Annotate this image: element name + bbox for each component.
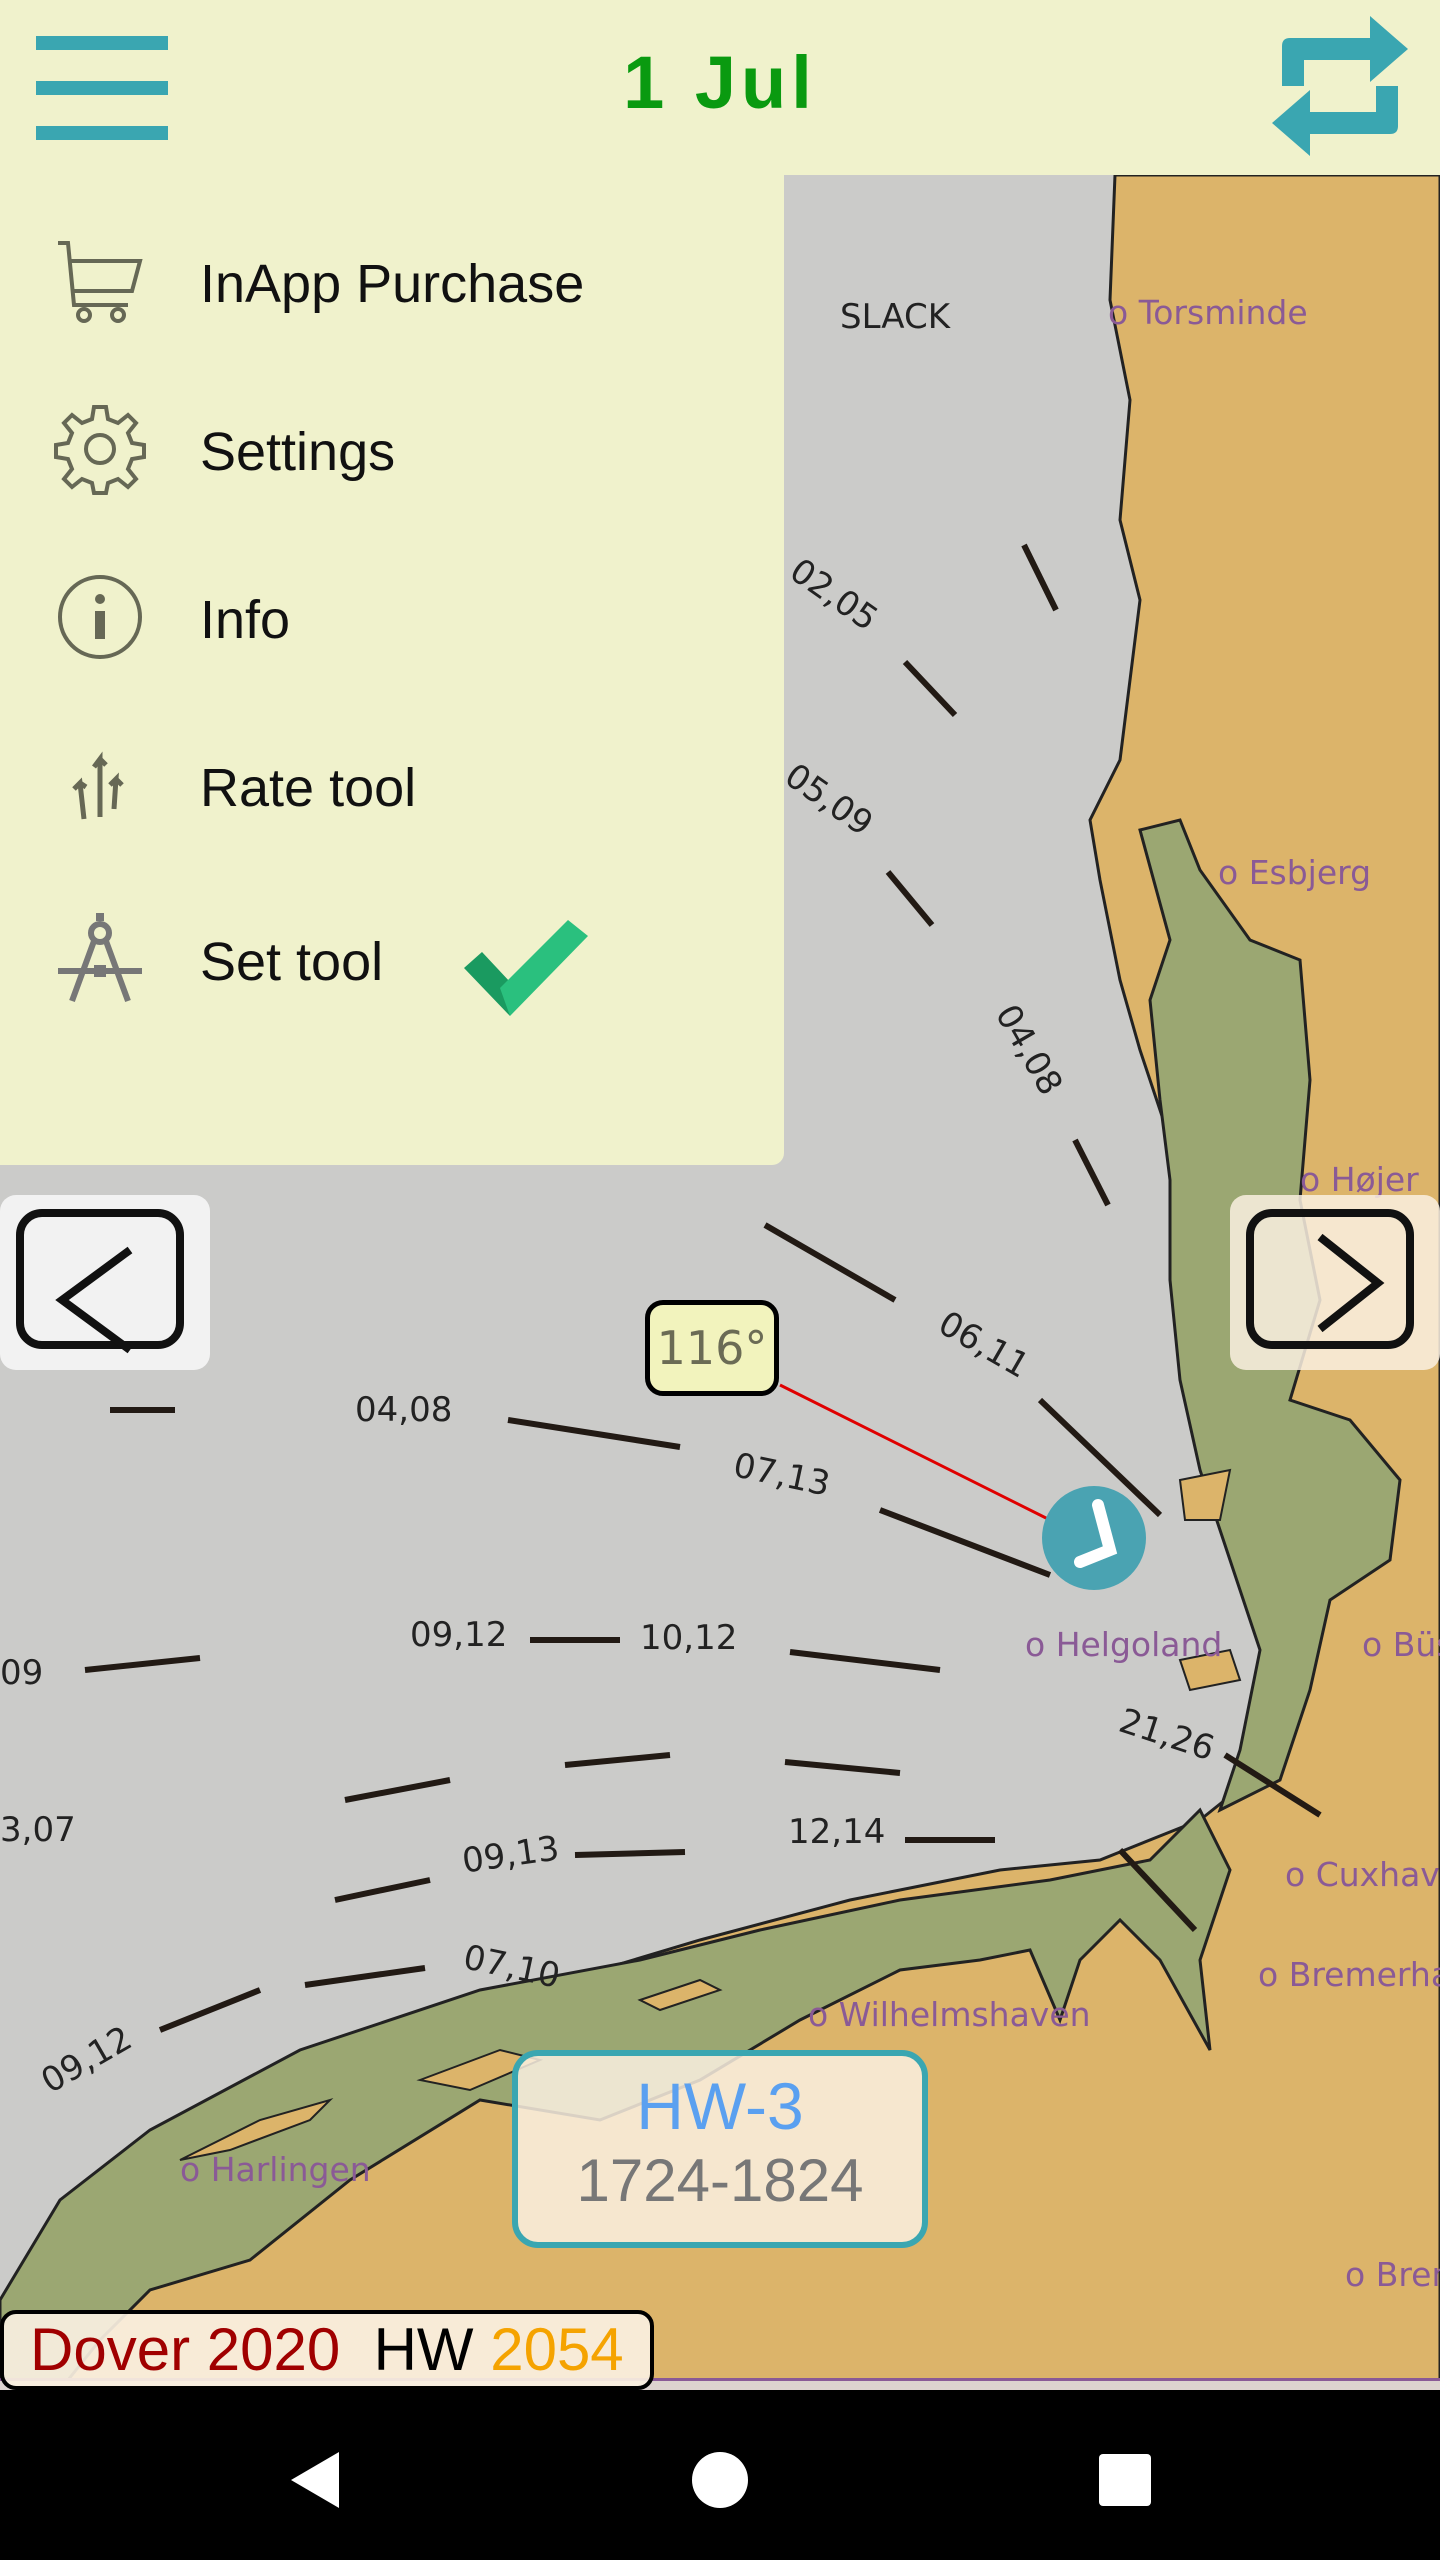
- dover-hw-bar: Dover 2020 HW 2054: [0, 2310, 654, 2390]
- menu-label: Info: [200, 590, 291, 650]
- hw-text: HW: [373, 2316, 474, 2383]
- menu-item-rate-tool[interactable]: Rate tool: [0, 709, 784, 859]
- menu-item-info[interactable]: Info: [0, 541, 784, 691]
- tide-window-box[interactable]: HW-3 1724-1824: [512, 2050, 928, 2248]
- hw-offset-label: HW-3: [636, 2069, 804, 2143]
- port-time: 2020: [206, 2316, 341, 2383]
- menu-label: Set tool: [200, 932, 384, 992]
- chevron-left-icon: [55, 1246, 133, 1354]
- place-label: Büs: [1362, 1625, 1440, 1664]
- place-label: Esbjerg: [1218, 853, 1371, 892]
- previous-button[interactable]: [0, 1195, 210, 1370]
- gear-icon: [54, 405, 146, 495]
- place-label: Højer: [1300, 1160, 1419, 1199]
- rate-label: 09,12: [410, 1615, 508, 1655]
- top-bar: 1 Jul: [0, 0, 1440, 175]
- info-icon: [58, 575, 142, 659]
- rate-label: 10,12: [640, 1618, 738, 1658]
- home-icon[interactable]: [690, 2450, 750, 2510]
- rate-label: 04,08: [355, 1390, 453, 1430]
- menu-label: InApp Purchase: [200, 254, 585, 314]
- date-title: 1 Jul: [623, 41, 817, 124]
- menu-item-inapp-purchase[interactable]: InApp Purchase: [0, 205, 784, 355]
- rate-label: 12,14: [788, 1812, 886, 1852]
- place-label: Cuxhaven: [1285, 1855, 1440, 1894]
- shopping-cart-icon: [58, 241, 143, 323]
- rate-arrows-icon: [72, 751, 124, 820]
- place-label: Wilhelmshaven: [808, 1995, 1091, 2034]
- next-button[interactable]: [1230, 1195, 1440, 1370]
- recents-icon[interactable]: [1097, 2452, 1153, 2508]
- navigation-drawer: InApp Purchase Settings Info Rate tool S…: [0, 175, 784, 1165]
- menu-item-settings[interactable]: Settings: [0, 373, 784, 523]
- chevron-right-icon: [1317, 1233, 1385, 1333]
- back-icon[interactable]: [285, 2450, 345, 2510]
- place-label: Bren: [1345, 2255, 1440, 2294]
- menu-label: Rate tool: [200, 758, 417, 818]
- rate-label: 09: [0, 1653, 44, 1693]
- clock-marker-icon: [1042, 1486, 1146, 1590]
- place-label: Bremerhave: [1258, 1955, 1440, 1994]
- bearing-readout: 116°: [645, 1300, 779, 1396]
- hw-time-window: 1724-1824: [576, 2147, 864, 2214]
- slack-label: SLACK: [840, 297, 951, 337]
- place-label: Helgoland: [1025, 1625, 1223, 1664]
- port-name: Dover: [30, 2316, 191, 2383]
- menu-item-set-tool[interactable]: Set tool: [0, 883, 784, 1033]
- hw-time: 2054: [490, 2316, 624, 2383]
- compass-divider-icon: [58, 913, 142, 1003]
- swap-arrows-icon[interactable]: [1270, 16, 1410, 156]
- place-label: Harlingen: [180, 2150, 371, 2189]
- checkmark-icon: [464, 920, 588, 1016]
- place-label: Torsminde: [1108, 293, 1308, 332]
- system-navigation-bar: [0, 2390, 1440, 2560]
- menu-label: Settings: [200, 422, 396, 482]
- rate-label: 3,07: [0, 1810, 76, 1850]
